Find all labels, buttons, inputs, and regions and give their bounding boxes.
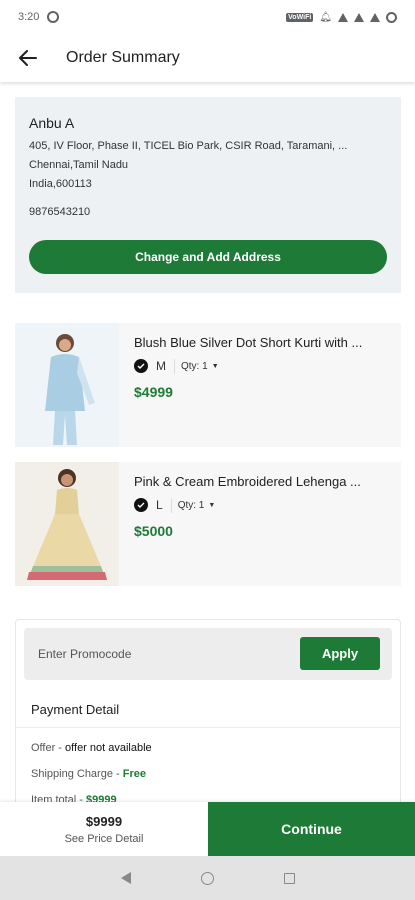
continue-button[interactable]: Continue <box>208 802 415 856</box>
payment-detail-title: Payment Detail <box>31 702 120 717</box>
nav-home-icon[interactable] <box>200 871 214 885</box>
change-address-button[interactable]: Change and Add Address <box>29 240 387 274</box>
see-price-detail-link[interactable]: See Price Detail <box>65 833 144 845</box>
app-bar: Order Summary <box>0 34 415 82</box>
data-saver-icon <box>47 11 60 23</box>
qty-label: Qty: 1 <box>177 499 205 511</box>
product-price: $4999 <box>134 384 173 400</box>
signal-icon-2 <box>370 12 380 22</box>
nav-back-icon[interactable] <box>120 872 131 884</box>
address-line-3: India,600113 <box>29 178 92 190</box>
address-line-1: 405, IV Floor, Phase II, TICEL Bio Park,… <box>29 140 348 152</box>
product-image[interactable] <box>15 323 119 447</box>
qty-label: Qty: 1 <box>181 360 208 372</box>
offer-value: offer not available <box>65 742 152 754</box>
product-photo-blue-kurti-icon <box>15 323 119 447</box>
divider <box>16 727 400 728</box>
promo-code-input[interactable] <box>38 647 278 661</box>
order-summary-content[interactable]: Anbu A 405, IV Floor, Phase II, TICEL Bi… <box>0 82 415 802</box>
wifi-icon <box>338 12 348 22</box>
apply-promo-button[interactable]: Apply <box>300 637 380 670</box>
promo-box: Apply <box>24 628 392 680</box>
shipping-row: Shipping Charge - Free <box>31 768 146 780</box>
offer-label: Offer - <box>31 742 66 754</box>
item-total-value: $9999 <box>86 794 117 802</box>
address-name: Anbu A <box>29 115 75 131</box>
shipping-value: Free <box>122 768 146 780</box>
checkout-bar: $9999 See Price Detail Continue <box>0 802 415 856</box>
item-total-label: Item total - <box>31 794 87 802</box>
caret-down-icon: ▼ <box>211 362 219 370</box>
address-card: Anbu A 405, IV Floor, Phase II, TICEL Bi… <box>15 97 401 293</box>
total-box[interactable]: $9999 See Price Detail <box>0 802 208 856</box>
product-info: Pink & Cream Embroidered Lehenga ... L Q… <box>119 462 401 586</box>
nav-recents-icon[interactable] <box>283 872 295 884</box>
battery-icon <box>386 11 397 23</box>
size-label: M <box>156 359 166 373</box>
item-total-row: Item total - $9999 <box>31 794 117 802</box>
size-label: L <box>156 498 163 512</box>
back-arrow-icon[interactable] <box>0 34 56 82</box>
cart-item[interactable]: Blush Blue Silver Dot Short Kurti with .… <box>15 323 401 447</box>
address-phone: 9876543210 <box>29 206 91 218</box>
status-bar: 3:20 VoWiFi 🔔︎ <box>0 0 415 34</box>
caret-down-icon: ▼ <box>208 501 216 509</box>
qty-selector[interactable]: Qty: 1 ▼ <box>170 497 222 513</box>
offer-row: Offer - offer not available <box>31 742 152 754</box>
system-nav-bar <box>0 856 415 900</box>
total-price: $9999 <box>85 813 123 829</box>
check-circle-icon <box>134 359 148 373</box>
product-photo-cream-lehenga-icon <box>15 462 119 586</box>
signal-icon <box>354 12 364 22</box>
shipping-label: Shipping Charge - <box>31 768 123 780</box>
notification-bell-icon: 🔔︎ <box>319 11 332 23</box>
page-title: Order Summary <box>66 49 180 66</box>
product-title[interactable]: Pink & Cream Embroidered Lehenga ... <box>134 474 394 489</box>
variant-row: M Qty: 1 ▼ <box>134 357 401 375</box>
vowifi-icon: VoWiFi <box>286 12 314 22</box>
qty-selector[interactable]: Qty: 1 ▼ <box>174 358 225 374</box>
product-info: Blush Blue Silver Dot Short Kurti with .… <box>119 323 401 447</box>
address-line-2: Chennai,Tamil Nadu <box>29 159 129 171</box>
check-circle-icon <box>134 498 148 512</box>
product-title[interactable]: Blush Blue Silver Dot Short Kurti with .… <box>134 335 394 350</box>
product-image[interactable] <box>15 462 119 586</box>
status-time: 3:20 <box>18 11 40 23</box>
variant-row: L Qty: 1 ▼ <box>134 496 401 514</box>
product-price: $5000 <box>134 523 173 539</box>
cart-item[interactable]: Pink & Cream Embroidered Lehenga ... L Q… <box>15 462 401 586</box>
payment-card: Apply Payment Detail Offer - offer not a… <box>15 619 401 802</box>
status-icons: VoWiFi 🔔︎ <box>286 11 397 23</box>
